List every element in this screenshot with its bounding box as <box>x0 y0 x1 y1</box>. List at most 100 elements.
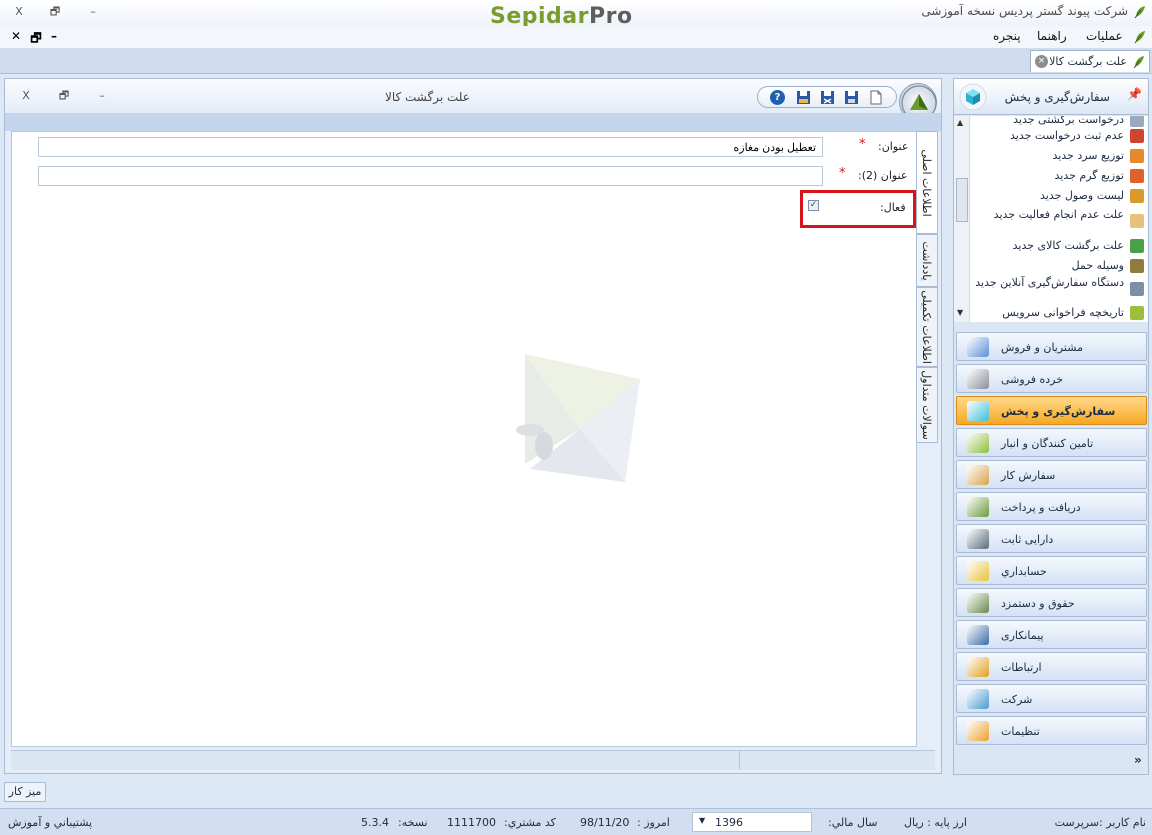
menu-item-help[interactable]: راهنما <box>1037 29 1067 43</box>
username: نام کاربر :سرپرست <box>1054 816 1146 829</box>
shortcut-icon <box>1130 116 1144 127</box>
mdi-restore-button[interactable]: 🗗 <box>28 29 44 50</box>
module-icon <box>967 561 989 581</box>
module-button[interactable]: حسابداري <box>956 556 1147 585</box>
tab-notes[interactable]: یادداشت <box>916 234 938 287</box>
module-icon <box>967 625 989 645</box>
nav-list-item[interactable]: درخواست برگشتی جدید <box>954 116 1148 128</box>
fiscal-year-select[interactable]: ▼ 1396 <box>692 812 812 832</box>
module-button[interactable]: دارایی ثابت <box>956 524 1147 553</box>
today-label: امروز : <box>637 816 670 829</box>
distribution-cube-icon <box>959 83 987 111</box>
menu-leaf-icon <box>1134 31 1145 44</box>
module-button[interactable]: سفارش‌گیری و پخش <box>956 396 1147 425</box>
nav-list-item-label: علت برگشت کالای جدید <box>1012 239 1124 252</box>
tab-extra-info[interactable]: اطلاعات تکمیلی <box>916 287 938 367</box>
shortcut-icon <box>1130 214 1144 228</box>
nav-list-item[interactable]: دستگاه سفارش‌گیری آنلاین جدید <box>954 275 1148 303</box>
save-icon[interactable] <box>844 90 859 105</box>
module-icon <box>967 529 989 549</box>
form-window-title: علت برگشت کالا <box>385 90 470 104</box>
desktop-tab[interactable]: ميز كار <box>4 782 46 802</box>
nav-list-item-label: تاریخچه فراخوانی سرویس <box>1002 306 1124 319</box>
nav-list-item[interactable]: توزیع سرد جدید <box>954 148 1148 164</box>
menu-item-operations[interactable]: عملیات <box>1086 29 1123 43</box>
shortcut-icon <box>1130 149 1144 163</box>
nav-list-item[interactable]: تاریخچه فراخوانی سرویس <box>954 305 1148 321</box>
tab-leaf-icon <box>1133 56 1144 69</box>
form-toolbar: ? <box>757 86 897 108</box>
nav-list-item[interactable]: عدم ثبت درخواست جدید <box>954 128 1148 144</box>
module-label: دريافت و پرداخت <box>1001 501 1081 514</box>
nav-list-item[interactable]: علت برگشت کالای جدید <box>954 238 1148 254</box>
module-button[interactable]: ارتباطات <box>956 652 1147 681</box>
module-button[interactable]: تامین کنندگان و انبار <box>956 428 1147 457</box>
sepidar-watermark-icon <box>516 354 640 482</box>
status-bar: پشتیباني و آموزش 5.3.4 نسخه: 1111700 کد … <box>0 808 1152 835</box>
title-input[interactable] <box>38 137 823 157</box>
title2-label: عنوان (2): <box>858 169 908 182</box>
nav-shortcut-list: ▲ ▼ درخواست برگشتی جدید عدم ثبت درخواست ج… <box>954 116 1148 322</box>
menu-item-window[interactable]: پنجره <box>993 29 1021 43</box>
module-label: سفارش کار <box>1001 469 1056 482</box>
module-button[interactable]: مشتريان و فروش <box>956 332 1147 361</box>
title2-input[interactable] <box>38 166 823 186</box>
module-label: دارایی ثابت <box>1001 533 1054 546</box>
module-icon <box>967 689 989 709</box>
nav-list-item-label: دستگاه سفارش‌گیری آنلاین جدید <box>975 276 1124 289</box>
nav-header: 📌 سفارش‌گیری و پخش <box>954 79 1148 115</box>
module-label: حسابداري <box>1001 565 1047 578</box>
save-new-icon[interactable] <box>796 90 811 105</box>
module-button[interactable]: خرده فروشی <box>956 364 1147 393</box>
module-button[interactable]: شرکت <box>956 684 1147 713</box>
form-body: عنوان: * عنوان (2): * فعال: ✓ <box>11 131 917 747</box>
module-button[interactable]: دريافت و پرداخت <box>956 492 1147 521</box>
nav-list-item-label: توزیع سرد جدید <box>1052 149 1124 162</box>
mdi-close-button[interactable]: ✕ <box>8 29 24 43</box>
tab-extra-info-label: اطلاعات تکمیلی <box>920 290 933 364</box>
form-close-button[interactable]: X <box>17 88 35 104</box>
window-close-button[interactable]: X <box>10 4 28 20</box>
module-button[interactable]: سفارش کار <box>956 460 1147 489</box>
document-tab[interactable]: × علت برگشت کالا <box>1030 50 1150 72</box>
nav-list-item[interactable]: لیست وصول جدید <box>954 188 1148 204</box>
form-restore-button[interactable]: 🗗 <box>55 88 73 104</box>
module-icon <box>967 401 989 421</box>
window-minimize-button[interactable]: – <box>84 4 102 20</box>
document-tab-label: علت برگشت کالا <box>1049 55 1127 68</box>
nav-header-title: سفارش‌گیری و پخش <box>1004 90 1110 104</box>
tab-faq[interactable]: سوالات متداول <box>916 367 938 443</box>
status-divider <box>739 751 740 770</box>
new-document-icon[interactable] <box>868 90 883 105</box>
nav-list-item-label: درخواست برگشتی جدید <box>1013 116 1124 126</box>
nav-list-item[interactable]: علت عدم انجام فعالیت جدید <box>954 207 1148 235</box>
save-close-icon[interactable] <box>820 90 835 105</box>
form-minimize-button[interactable]: – <box>93 88 111 104</box>
menu-bar: ✕ 🗗 – پنجره راهنما عملیات <box>0 26 1152 48</box>
nav-more-button[interactable]: » <box>1134 753 1142 767</box>
module-label: پیمانکاری <box>1001 629 1044 642</box>
window-restore-button[interactable]: 🗗 <box>46 4 64 20</box>
fiscal-year-label: سال مالي: <box>828 816 878 829</box>
module-label: سفارش‌گیری و پخش <box>1001 405 1116 418</box>
module-button[interactable]: تنظیمات <box>956 716 1147 745</box>
document-tab-strip: × علت برگشت کالا <box>0 48 1152 74</box>
module-label: تنظیمات <box>1001 725 1040 738</box>
title-label: عنوان: <box>878 140 909 153</box>
module-label: ارتباطات <box>1001 661 1042 674</box>
help-icon[interactable]: ? <box>770 90 785 105</box>
shortcut-icon <box>1130 239 1144 253</box>
nav-list-item[interactable]: وسیله حمل <box>954 258 1148 274</box>
shortcut-icon <box>1130 169 1144 183</box>
module-button[interactable]: پیمانکاری <box>956 620 1147 649</box>
pin-icon[interactable]: 📌 <box>1127 87 1142 101</box>
tab-main-info[interactable]: اطلاعات اصلی <box>916 131 938 234</box>
support-link[interactable]: پشتیباني و آموزش <box>8 816 92 829</box>
nav-list-item-label: وسیله حمل <box>1071 259 1124 272</box>
module-icon <box>967 433 989 453</box>
mdi-minimize-button[interactable]: – <box>46 29 62 43</box>
shortcut-icon <box>1130 282 1144 296</box>
module-button[interactable]: حقوق و دستمزد <box>956 588 1147 617</box>
close-tab-icon[interactable]: × <box>1035 55 1048 68</box>
nav-list-item[interactable]: توزیع گرم جدید <box>954 168 1148 184</box>
